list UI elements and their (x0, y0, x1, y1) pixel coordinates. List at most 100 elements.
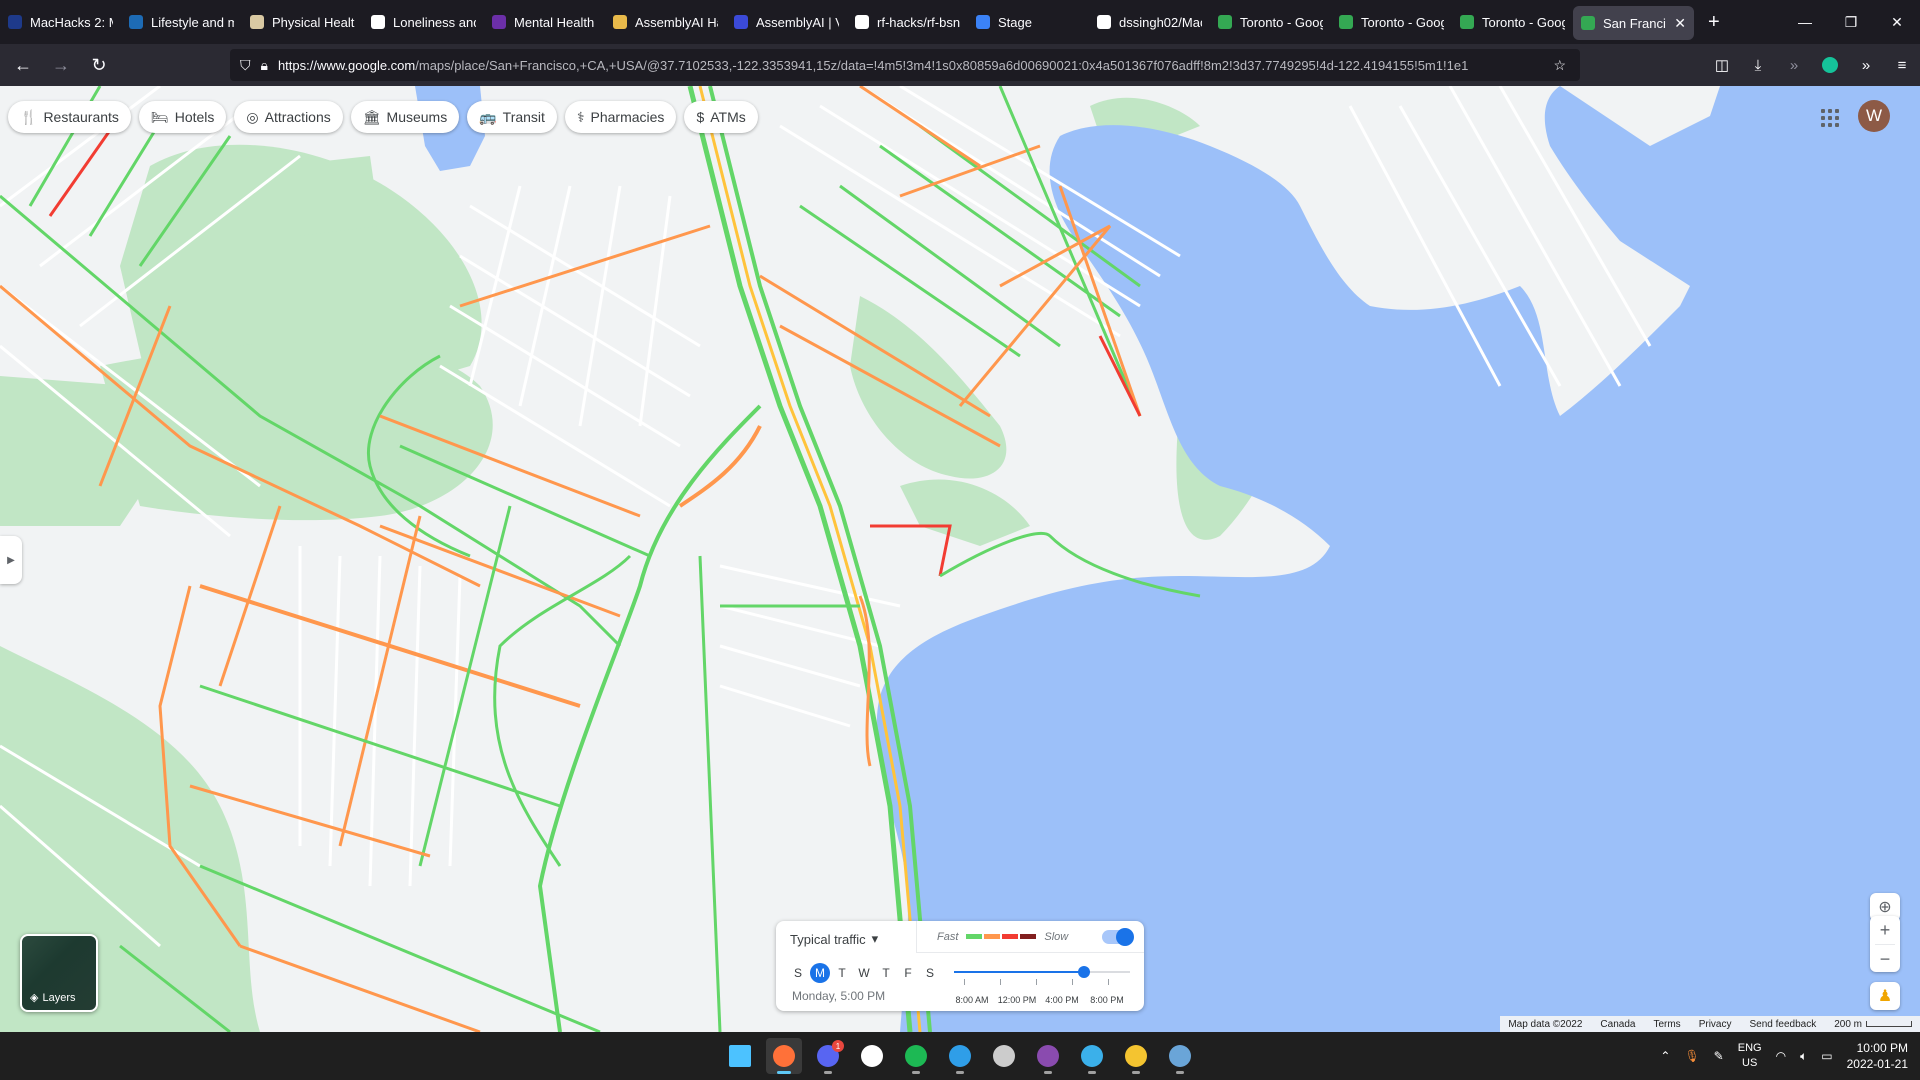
account-avatar[interactable]: W (1858, 100, 1890, 132)
browser-tab[interactable]: Stage (968, 0, 1089, 44)
road-segment (678, 425, 762, 508)
notepad-icon[interactable] (1074, 1038, 1110, 1074)
traffic-mode-label: Typical traffic (790, 931, 866, 947)
back-icon[interactable]: ← (8, 50, 38, 80)
microphone-icon[interactable]: 🎙︎ (1684, 1049, 1699, 1063)
time-tick (1108, 979, 1109, 985)
pharmacy-icon: ⚕ (576, 108, 585, 125)
assemblyai-icon (734, 15, 748, 29)
chip-museums[interactable]: 🏛 Museums (350, 101, 460, 133)
chip-atms[interactable]: $ ATMs (684, 101, 758, 133)
url-bar[interactable]: ⛉ 🔒︎ https://www.google.com/maps/place/S… (230, 49, 1580, 81)
browser-tab[interactable]: Mental Health (484, 0, 605, 44)
chip-hotels[interactable]: 🛏 Hotels (138, 101, 227, 133)
time-label: 12:00 PM (997, 995, 1037, 1005)
close-tab-icon[interactable]: ✕ (1674, 15, 1686, 32)
time-label: 8:00 PM (1090, 995, 1124, 1005)
battery-icon[interactable]: ▭ (1821, 1049, 1832, 1063)
close-window-icon[interactable]: ✕ (1874, 0, 1920, 44)
attribution-link[interactable]: Canada (1600, 1019, 1635, 1030)
attribution-link[interactable]: Privacy (1699, 1019, 1732, 1030)
start-icon[interactable] (722, 1038, 758, 1074)
pocket-icon[interactable]: ◫ (1704, 47, 1740, 83)
zoom-out-button[interactable]: − (1870, 945, 1900, 973)
day-button[interactable]: W (854, 963, 874, 983)
discord-icon[interactable]: 1 (810, 1038, 846, 1074)
wifi-icon[interactable]: ◠ (1776, 1049, 1786, 1063)
github-desktop-icon[interactable] (1030, 1038, 1066, 1074)
browser-tab[interactable]: Toronto - Goog (1452, 0, 1573, 44)
chip-label: Museums (386, 109, 448, 125)
attribution-link[interactable]: Send feedback (1749, 1019, 1816, 1030)
zoom-in-button[interactable]: + (1870, 916, 1900, 944)
restore-icon[interactable]: ❐ (1828, 0, 1874, 44)
pegman-icon[interactable]: ♟ (1870, 982, 1900, 1010)
day-button[interactable]: T (876, 963, 896, 983)
image-viewer-icon[interactable] (1162, 1038, 1198, 1074)
chip-restaurants[interactable]: 🍴 Restaurants (8, 101, 131, 133)
browser-tab[interactable]: Loneliness and (363, 0, 484, 44)
day-button[interactable]: S (788, 963, 808, 983)
time-slider[interactable] (954, 966, 1130, 978)
forward-icon[interactable]: → (46, 50, 76, 80)
bookmark-star-icon[interactable]: ☆ (1553, 57, 1566, 74)
traffic-mode-dropdown[interactable]: Typical traffic ▾ (790, 931, 878, 947)
lock-icon[interactable]: 🔒︎ (261, 57, 268, 74)
url-text[interactable]: https://www.google.com/maps/place/San+Fr… (278, 58, 1538, 73)
vscode-icon[interactable] (942, 1038, 978, 1074)
pen-icon[interactable]: ✎ (1714, 1049, 1724, 1063)
map-base[interactable] (0, 86, 1920, 1032)
extension-forward-icon[interactable]: » (1776, 47, 1812, 83)
browser-tab[interactable]: Physical Health (242, 0, 363, 44)
browser-tab[interactable]: dssingh02/Mac (1089, 0, 1210, 44)
browser-tab[interactable]: MacHacks 2: M (0, 0, 121, 44)
notion-icon[interactable] (854, 1038, 890, 1074)
menu-icon[interactable]: ≡ (1884, 47, 1920, 83)
spotify-icon[interactable] (898, 1038, 934, 1074)
language-indicator[interactable]: ENG US (1738, 1041, 1762, 1071)
road-segment (537, 404, 762, 1032)
github-desktop-icon-glyph (1037, 1045, 1059, 1067)
show-hidden-icons-chevron-icon[interactable]: ⌃ (1660, 1049, 1670, 1063)
day-button[interactable]: F (898, 963, 918, 983)
time-slider-knob[interactable] (1078, 966, 1091, 978)
browser-tab[interactable]: Lifestyle and m (121, 0, 242, 44)
firefox-icon[interactable] (766, 1038, 802, 1074)
browser-tab[interactable]: AssemblyAI Ha (605, 0, 726, 44)
day-button[interactable]: M (810, 963, 830, 983)
download-icon[interactable]: ⤓ (1740, 47, 1776, 83)
freeway (698, 86, 922, 1032)
camera-icon: ◎ (246, 108, 259, 125)
grammarly-icon[interactable] (1812, 47, 1848, 83)
expand-side-panel-button[interactable]: ▶ (0, 536, 22, 584)
chip-attractions[interactable]: ◎ Attractions (234, 101, 343, 133)
traffic-panel: Typical traffic ▾ Fast Slow SMTWTFS Monda… (776, 921, 1144, 1011)
notion-icon-glyph (861, 1045, 883, 1067)
browser-tab[interactable]: San Francisc ✕ (1573, 6, 1694, 40)
scale-control[interactable]: 200 m (1834, 1019, 1912, 1030)
layers-button[interactable]: ◈ Layers (20, 934, 98, 1012)
day-button[interactable]: T (832, 963, 852, 983)
chip-transit[interactable]: 🚌 Transit (467, 101, 557, 133)
terminal-icon[interactable] (986, 1038, 1022, 1074)
browser-tab[interactable]: rf-hacks/rf-bsn (847, 0, 968, 44)
reload-icon[interactable]: ↻ (84, 50, 114, 80)
browser-tab[interactable]: Toronto - Goog (1210, 0, 1331, 44)
browser-tab[interactable]: AssemblyAI | V (726, 0, 847, 44)
attribution-link[interactable]: Terms (1653, 1019, 1680, 1030)
day-button[interactable]: S (920, 963, 940, 983)
new-tab-button[interactable]: + (1708, 11, 1720, 34)
browser-tab[interactable]: Toronto - Goog (1331, 0, 1452, 44)
overflow-chevron-icon[interactable]: » (1848, 47, 1884, 83)
google-apps-icon[interactable] (1818, 106, 1842, 130)
traffic-toggle[interactable] (1102, 928, 1134, 946)
notepad-icon-glyph (1081, 1045, 1103, 1067)
chip-pharmacies[interactable]: ⚕ Pharmacies (564, 101, 677, 133)
file-explorer-icon[interactable] (1118, 1038, 1154, 1074)
minimize-icon[interactable]: — (1782, 0, 1828, 44)
map-canvas[interactable]: 🍴 Restaurants 🛏 Hotels ◎ Attractions 🏛 Museums 🚌… (0, 86, 1920, 1032)
clock[interactable]: 10:00 PM 2022-01-21 (1847, 1040, 1908, 1072)
window-controls: — ❐ ✕ (1782, 0, 1920, 44)
volume-icon[interactable]: 🔈︎ (1800, 1049, 1807, 1064)
shield-icon[interactable]: ⛉ (240, 57, 251, 74)
